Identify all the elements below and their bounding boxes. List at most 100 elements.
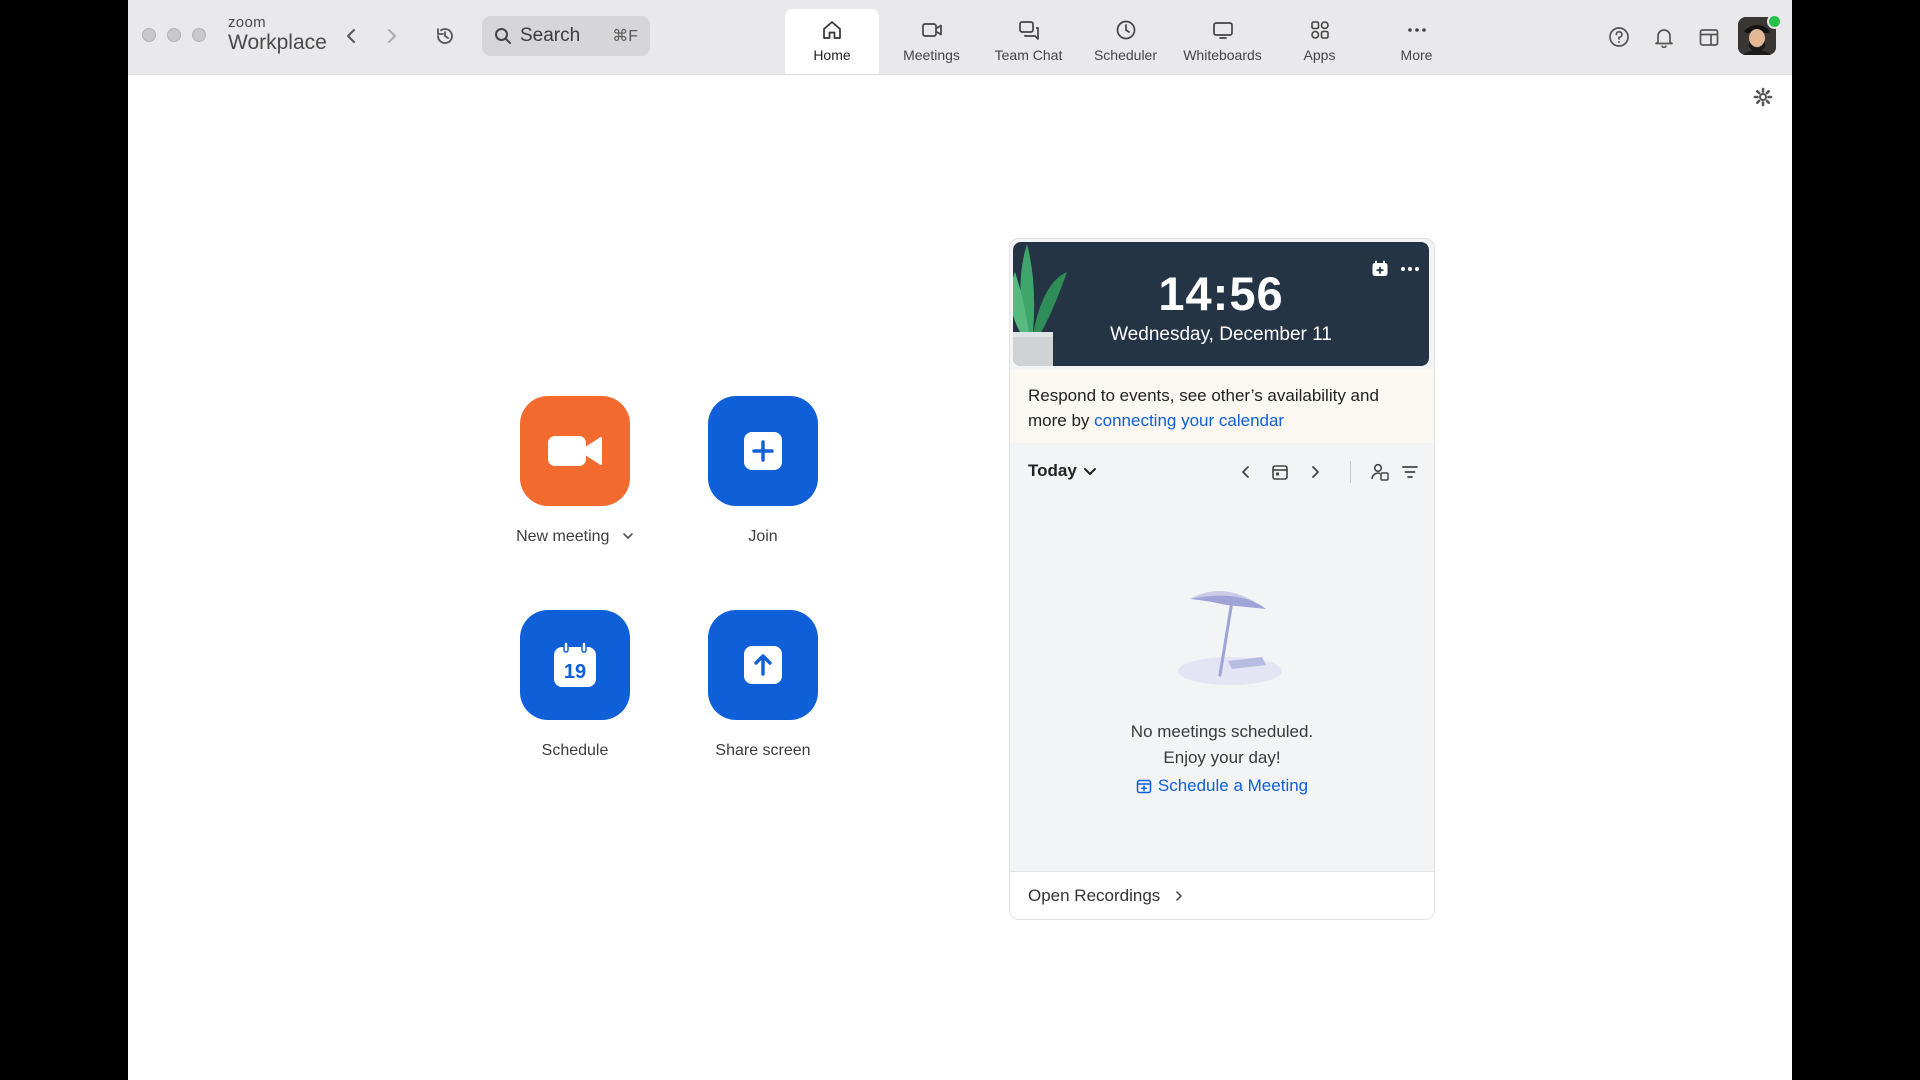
today-dropdown[interactable]: Today — [1028, 461, 1097, 481]
share-arrow-icon — [744, 646, 782, 684]
new-meeting-button[interactable] — [520, 396, 630, 506]
tab-more[interactable]: More — [1368, 9, 1465, 74]
clock-banner: 14:56 Wednesday, December 11 — [1013, 242, 1429, 366]
tab-team-chat[interactable]: Team Chat — [980, 9, 1077, 74]
search-shortcut: ⌘F — [612, 28, 638, 45]
brand-small: zoom — [228, 14, 266, 31]
schedule-label: Schedule — [541, 742, 609, 759]
tab-whiteboards[interactable]: Whiteboards — [1174, 9, 1271, 74]
history-icon — [437, 28, 453, 44]
add-event-button[interactable] — [1369, 258, 1391, 280]
filter-button[interactable] — [1398, 460, 1422, 484]
video-camera-icon — [548, 436, 602, 466]
schedule-button[interactable]: 19 — [520, 610, 630, 720]
clock-date: Wednesday, December 11 — [1110, 324, 1332, 345]
title-bar: zoom Workplace Search ⌘F Home Meetings T… — [128, 0, 1792, 75]
calendar-icon: 19 — [554, 641, 596, 687]
video-icon — [921, 23, 942, 37]
calendar-promo: Respond to events, see other’s availabil… — [1010, 369, 1434, 443]
calendar-panel-button[interactable] — [1694, 22, 1724, 52]
notifications-button[interactable] — [1649, 22, 1679, 52]
whiteboard-icon — [1212, 22, 1233, 39]
new-meeting-caption[interactable]: New meeting — [485, 528, 665, 546]
tab-home-label: Home — [813, 47, 851, 63]
tab-more-label: More — [1400, 47, 1433, 63]
empty-state-subtitle: Enjoy your day! — [1163, 748, 1281, 767]
more-icon — [1407, 28, 1426, 32]
open-recordings-label: Open Recordings — [1028, 885, 1161, 905]
schedule-action[interactable]: 19 Schedule — [485, 610, 665, 760]
clock-time: 14:56 — [1158, 267, 1284, 320]
filter-icon — [1402, 466, 1418, 478]
app-logo: zoom Workplace — [228, 15, 327, 53]
share-screen-label: Share screen — [715, 742, 811, 759]
tab-whiteboards-label: Whiteboards — [1183, 47, 1262, 63]
forward-button[interactable] — [377, 22, 405, 50]
calendar-panel-icon — [1699, 29, 1719, 46]
zoom-window: zoom Workplace Search ⌘F Home Meetings T… — [128, 0, 1792, 1080]
date-picker-button[interactable] — [1268, 460, 1292, 484]
connect-calendar-link[interactable]: connecting your calendar — [1094, 411, 1284, 430]
new-meeting-action[interactable]: New meeting — [485, 396, 665, 546]
plus-icon — [744, 432, 782, 470]
chevron-right-icon — [1312, 466, 1319, 478]
back-button[interactable] — [338, 22, 366, 50]
tab-apps[interactable]: Apps — [1271, 9, 1368, 74]
calendar-toolbar: Today — [1010, 443, 1434, 501]
chevron-right-icon — [388, 29, 396, 43]
tab-scheduler-label: Scheduler — [1093, 47, 1158, 63]
tab-scheduler[interactable]: Scheduler — [1077, 9, 1174, 74]
calendar-widget: 14:56 Wednesday, December 11 Respond to … — [1009, 238, 1435, 920]
home-icon — [823, 21, 841, 39]
chevron-down-icon — [1083, 468, 1096, 475]
calendar-add-icon — [1136, 779, 1152, 794]
chevron-left-icon — [347, 29, 355, 43]
schedule-meeting-link[interactable]: Schedule a Meeting — [1010, 776, 1434, 796]
window-close-button[interactable] — [142, 28, 156, 42]
join-action[interactable]: Join — [673, 396, 853, 546]
calendar-day-number: 19 — [564, 661, 586, 683]
main-tabs: Home Meetings Team Chat Scheduler Whiteb… — [785, 9, 1465, 74]
chevron-down-icon — [623, 533, 633, 540]
new-meeting-label: New meeting — [516, 528, 610, 545]
search-icon — [495, 28, 511, 44]
more-icon — [1401, 267, 1419, 271]
today-label: Today — [1028, 461, 1077, 480]
search-label: Search — [520, 25, 581, 46]
apps-icon — [1310, 21, 1329, 39]
empty-state-title: No meetings scheduled. — [1130, 722, 1314, 741]
clock-icon — [1116, 20, 1135, 40]
tab-meetings[interactable]: Meetings — [883, 9, 980, 74]
help-button[interactable] — [1604, 22, 1634, 52]
join-button[interactable] — [708, 396, 818, 506]
previous-day-button[interactable] — [1234, 460, 1258, 484]
history-button[interactable] — [431, 22, 459, 50]
gear-icon[interactable] — [1753, 87, 1773, 107]
share-screen-action[interactable]: Share screen — [673, 610, 853, 760]
share-screen-button[interactable] — [708, 610, 818, 720]
beach-umbrella-illustration — [1178, 591, 1282, 685]
chevron-left-icon — [1242, 466, 1249, 478]
presence-indicator — [1767, 14, 1782, 29]
availability-button[interactable] — [1368, 460, 1392, 484]
tab-home[interactable]: Home — [785, 9, 879, 74]
brand-big: Workplace — [228, 31, 327, 54]
tab-team-chat-label: Team Chat — [994, 47, 1063, 63]
window-minimize-button[interactable] — [167, 28, 181, 42]
search-box[interactable]: Search ⌘F — [482, 16, 650, 56]
tab-meetings-label: Meetings — [903, 47, 960, 63]
person-calendar-icon — [1371, 463, 1389, 481]
clock-more-button[interactable] — [1399, 258, 1421, 280]
bell-icon — [1655, 29, 1673, 48]
join-label: Join — [748, 528, 778, 545]
window-zoom-button[interactable] — [192, 28, 206, 42]
calendar-add-icon — [1372, 260, 1388, 276]
open-recordings-link[interactable]: Open Recordings — [1010, 871, 1434, 919]
tab-apps-label: Apps — [1303, 47, 1336, 63]
calendar-icon — [1272, 465, 1288, 480]
chat-icon — [1018, 21, 1039, 40]
chevron-right-icon — [1176, 890, 1183, 901]
toolbar-divider — [1350, 461, 1351, 483]
schedule-meeting-label: Schedule a Meeting — [1157, 776, 1309, 795]
next-day-button[interactable] — [1303, 460, 1327, 484]
